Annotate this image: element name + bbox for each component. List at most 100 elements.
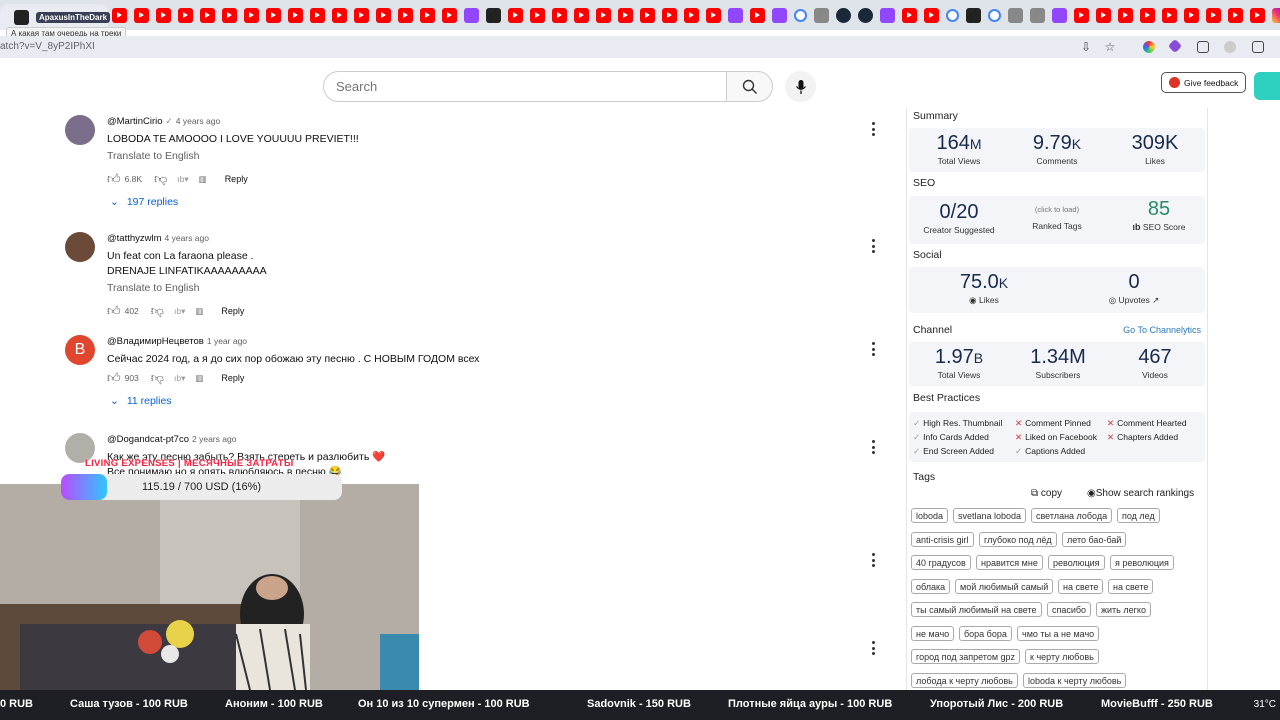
tag-chip[interactable]: svetlana loboda xyxy=(953,508,1027,523)
tag-chip[interactable]: на свете xyxy=(1108,578,1154,594)
youtube-tab-icon[interactable] xyxy=(375,7,391,23)
extension-diamond-icon[interactable] xyxy=(1167,38,1183,54)
tag-chip[interactable]: мой любимый самый xyxy=(955,578,1054,594)
extension-circle-icon[interactable] xyxy=(1224,41,1236,53)
youtube-tab-icon[interactable] xyxy=(551,7,567,23)
dislike-icon[interactable]: 👎︎ xyxy=(151,303,164,319)
comment-menu-icon[interactable] xyxy=(869,342,877,356)
search-input[interactable] xyxy=(336,79,716,94)
tag-chip[interactable]: лето бао-бай xyxy=(1062,531,1127,547)
youtube-tab-icon[interactable] xyxy=(1205,7,1221,23)
voice-search-button[interactable] xyxy=(785,71,816,102)
youtube-tab-icon[interactable] xyxy=(419,7,435,23)
vidiq-small-icon[interactable]: ıb▾ xyxy=(174,373,185,384)
youtube-tab-icon[interactable] xyxy=(221,7,237,23)
youtube-tab-icon[interactable] xyxy=(243,7,259,23)
tag-chip[interactable]: на свете xyxy=(1058,578,1104,594)
comment-time[interactable]: 4 years ago xyxy=(176,116,220,126)
youtube-tab-icon[interactable] xyxy=(683,7,699,23)
tag-chip[interactable]: облака xyxy=(911,578,951,594)
go-to-channelytics-link[interactable]: Go To Channelytics xyxy=(1123,325,1201,335)
tag-chip[interactable]: светлана лобода xyxy=(1031,508,1113,523)
youtube-tab-icon[interactable] xyxy=(1161,7,1177,23)
tag-chip[interactable]: революция xyxy=(1048,555,1105,570)
copy-tags-button[interactable]: ⧉ copy xyxy=(1031,488,1062,499)
stats-chart-icon[interactable]: ▥ xyxy=(195,306,203,317)
youtube-tab-icon[interactable] xyxy=(309,7,325,23)
tag-chip[interactable]: лобода к черту любовь xyxy=(911,672,1018,688)
search-box[interactable] xyxy=(323,71,726,102)
youtube-tab-icon[interactable] xyxy=(1139,7,1155,23)
install-app-icon[interactable]: ⇩ xyxy=(1079,40,1093,54)
twitch-tab-icon[interactable] xyxy=(463,7,479,23)
translate-link[interactable]: Translate to English xyxy=(107,282,199,294)
ranked-tags-hint[interactable]: (click to load) xyxy=(1017,205,1097,214)
vidiq-small-icon[interactable]: ıb▾ xyxy=(177,174,188,185)
youtube-tab-icon[interactable] xyxy=(661,7,677,23)
youtube-tab-icon[interactable] xyxy=(595,7,611,23)
tag-chip[interactable]: я революция xyxy=(1110,555,1174,570)
view-replies-button[interactable]: ⌄ 197 replies xyxy=(110,196,178,208)
external-link-icon[interactable]: ↗ xyxy=(1152,295,1159,305)
youtube-tab-icon[interactable] xyxy=(353,7,369,23)
extension-launch-button[interactable] xyxy=(1254,72,1280,100)
youtube-tab-icon[interactable] xyxy=(529,7,545,23)
youtube-tab-icon[interactable] xyxy=(617,7,633,23)
tag-chip[interactable]: loboda к черту любовь xyxy=(1023,672,1127,688)
address-bar[interactable]: atch?v=V_8yP2IPhXI ⇩ ☆ xyxy=(0,36,1280,58)
translate-link[interactable]: Translate to English xyxy=(107,150,199,162)
tag-chip[interactable]: 40 градусов xyxy=(911,555,971,570)
search-button[interactable] xyxy=(726,71,773,102)
ranked-tags[interactable]: (click to load) Ranked Tags xyxy=(1017,205,1097,231)
youtube-tab-icon[interactable] xyxy=(133,7,149,23)
like-icon[interactable]: 👍︎ xyxy=(107,303,121,319)
google-tab-icon[interactable] xyxy=(945,8,959,22)
generic-tab-icon[interactable] xyxy=(813,7,829,23)
tag-chip[interactable]: бора бора xyxy=(959,625,1012,641)
tag-chip[interactable]: глубоко под лёд xyxy=(979,531,1057,547)
dislike-icon[interactable]: 👎︎ xyxy=(154,171,167,187)
bookmark-star-icon[interactable]: ☆ xyxy=(1103,40,1117,54)
youtube-tab-icon[interactable] xyxy=(749,7,765,23)
extension-color-icon[interactable] xyxy=(1143,41,1155,53)
youtube-tab-icon[interactable] xyxy=(705,7,721,23)
google-tab-icon[interactable] xyxy=(793,8,807,22)
steam-tab-icon[interactable] xyxy=(857,7,873,23)
show-search-rankings-button[interactable]: ◉Show search rankings xyxy=(1087,488,1194,499)
comment-menu-icon[interactable] xyxy=(869,239,877,253)
twitch-tab-icon[interactable] xyxy=(771,7,787,23)
extension-box-icon[interactable] xyxy=(1252,41,1264,53)
youtube-tab-icon[interactable] xyxy=(1227,7,1243,23)
youtube-tab-icon[interactable] xyxy=(265,7,281,23)
like-icon[interactable]: 👍︎ xyxy=(107,171,121,187)
comment-time[interactable]: 4 years ago xyxy=(165,233,209,243)
twitch-tab-icon[interactable] xyxy=(879,7,895,23)
dislike-icon[interactable]: 👎︎ xyxy=(151,370,164,386)
tag-chip[interactable]: чмо ты а не мачо xyxy=(1017,625,1100,641)
twitch-tab-icon[interactable] xyxy=(1051,7,1067,23)
tag-chip[interactable]: спасибо xyxy=(1047,602,1092,617)
dark-tab-icon[interactable] xyxy=(965,7,981,23)
avatar[interactable] xyxy=(65,232,95,262)
vidiq-small-icon[interactable]: ıb▾ xyxy=(174,306,185,317)
reply-button[interactable]: Reply xyxy=(221,306,244,316)
youtube-tab-icon[interactable] xyxy=(923,7,939,23)
comment-time[interactable]: 2 years ago xyxy=(192,434,236,444)
comment-menu-icon[interactable] xyxy=(869,122,877,136)
tag-chip[interactable]: под лед xyxy=(1117,508,1160,523)
generic-tab-icon[interactable] xyxy=(1029,7,1045,23)
youtube-tab-icon[interactable] xyxy=(639,7,655,23)
comment-time[interactable]: 1 year ago xyxy=(207,336,247,346)
comment-menu-icon[interactable] xyxy=(869,440,877,454)
generic-tab-icon[interactable] xyxy=(1007,7,1023,23)
like-icon[interactable]: 👍︎ xyxy=(107,370,121,386)
youtube-tab-icon[interactable] xyxy=(1249,7,1265,23)
twitch-tab-icon[interactable] xyxy=(727,7,743,23)
reply-button[interactable]: Reply xyxy=(225,174,248,184)
youtube-tab-icon[interactable] xyxy=(199,7,215,23)
stats-chart-icon[interactable]: ▥ xyxy=(195,373,203,384)
avatar[interactable] xyxy=(65,115,95,145)
comment-menu-icon[interactable] xyxy=(869,553,877,567)
tag-chip[interactable]: к черту любовь xyxy=(1025,649,1099,664)
tag-chip[interactable]: нравится мне xyxy=(976,555,1043,570)
